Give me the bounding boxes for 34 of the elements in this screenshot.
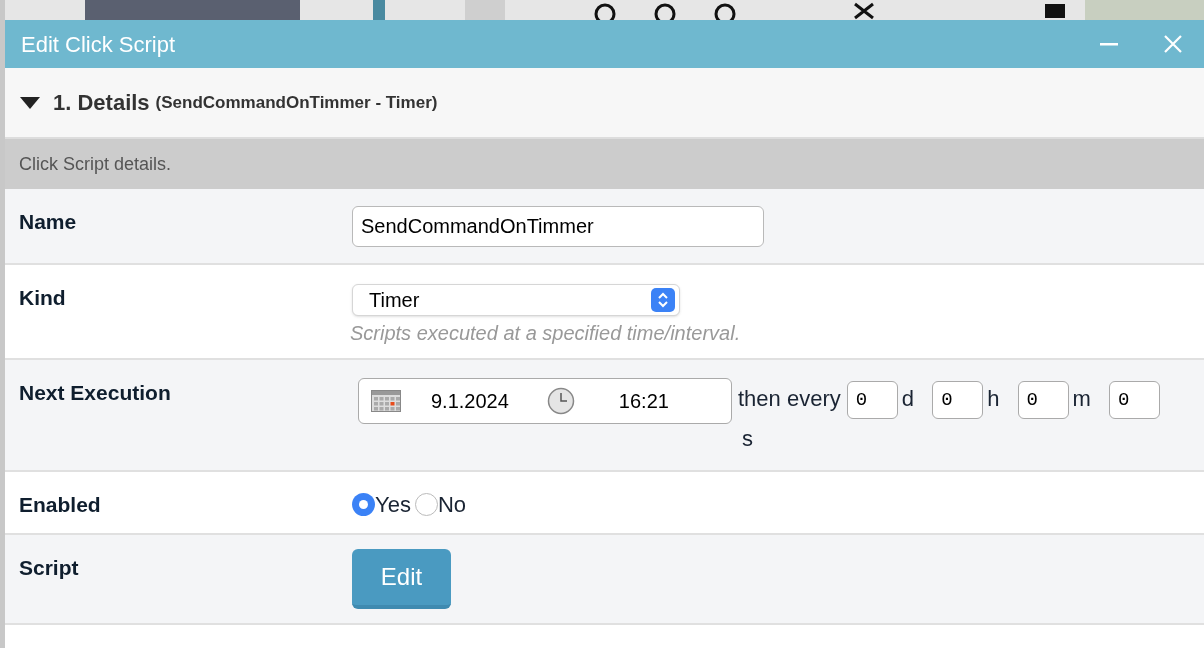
section-subtitle: (SendCommandOnTimmer - Timer) bbox=[155, 91, 438, 114]
field-label: Script bbox=[19, 556, 79, 579]
interval-unit: m bbox=[1072, 386, 1091, 411]
interval-unit: d bbox=[901, 386, 915, 411]
interval-field[interactable]: 0 bbox=[1109, 381, 1161, 420]
interval-field[interactable]: 0 bbox=[1017, 381, 1069, 420]
radio-label: Yes bbox=[375, 491, 411, 519]
field-label: Enabled bbox=[19, 493, 101, 516]
field-label: Next Execution bbox=[19, 381, 171, 404]
interval-field[interactable]: 0 bbox=[846, 381, 898, 420]
datetime-field[interactable]: 9.1.2024 16:21 bbox=[358, 378, 732, 424]
radio-button[interactable] bbox=[352, 493, 375, 516]
date-value: 9.1.2024 bbox=[431, 389, 509, 414]
section-title: 1. Details bbox=[53, 89, 150, 117]
select-arrows-icon bbox=[651, 288, 675, 312]
interval-unit: s bbox=[742, 426, 753, 452]
interval-field[interactable]: 0 bbox=[932, 381, 984, 420]
section-description: Click Script details. bbox=[19, 152, 172, 176]
close-icon[interactable] bbox=[1164, 35, 1182, 53]
kind-select[interactable]: Timer bbox=[352, 284, 680, 316]
minimize-icon[interactable] bbox=[1100, 42, 1118, 46]
clock-icon bbox=[546, 387, 575, 415]
field-label: Kind bbox=[19, 286, 66, 309]
time-value: 16:21 bbox=[618, 389, 669, 414]
field-label: Name bbox=[19, 210, 77, 233]
radio-button[interactable] bbox=[414, 493, 438, 516]
interval-unit: h bbox=[987, 386, 1000, 411]
radio-label: No bbox=[437, 491, 466, 519]
window-title: Edit Click Script bbox=[21, 30, 177, 59]
kind-hint: Scripts executed at a specified time/interval. bbox=[350, 321, 742, 346]
name-field[interactable]: SendCommandOnTimmer bbox=[352, 206, 764, 247]
section-header[interactable]: 1. Details (SendCommandOnTimmer - Timer) bbox=[5, 68, 1204, 139]
interval-label: then every bbox=[738, 386, 841, 411]
calendar-icon bbox=[371, 390, 401, 412]
